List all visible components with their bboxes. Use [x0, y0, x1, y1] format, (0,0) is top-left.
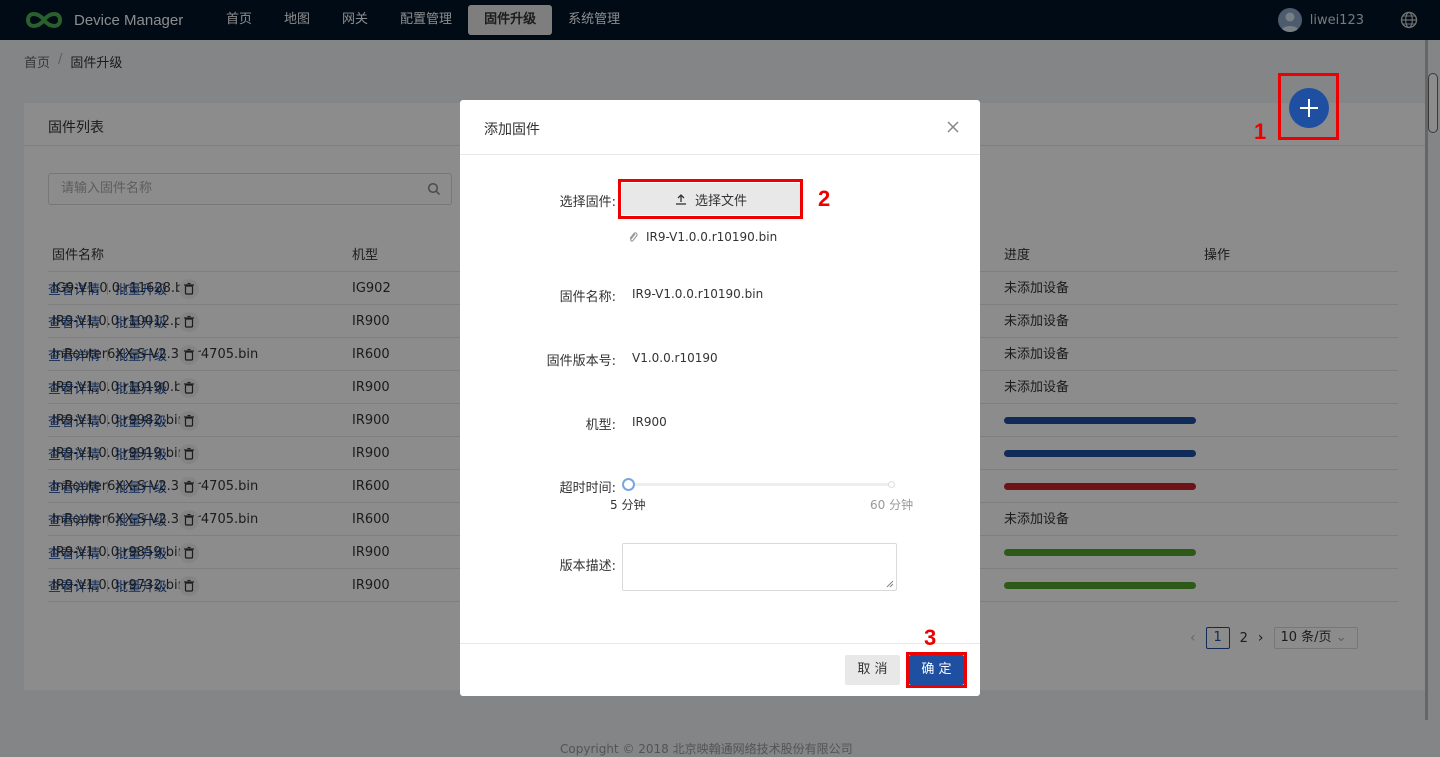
model-value: IR900 [632, 415, 667, 429]
modal-title: 添加固件 [484, 122, 540, 138]
annotation-box-1 [1278, 73, 1339, 140]
select-firmware-label: 选择固件: [559, 195, 616, 210]
close-icon[interactable] [946, 120, 960, 134]
annotation-box-3 [906, 652, 967, 688]
paperclip-icon [629, 232, 638, 242]
add-firmware-modal: 添加固件 选择固件: 选择文件 2 IR9-V1.0.0.r10190.bin … [460, 100, 980, 696]
annotation-box-2 [618, 179, 803, 219]
firmware-version-value: V1.0.0.r10190 [632, 351, 718, 365]
firmware-name-label: 固件名称: [559, 290, 616, 305]
firmware-name-value: IR9-V1.0.0.r10190.bin [632, 287, 764, 301]
timeout-label: 超时时间: [559, 481, 616, 496]
annotation-number-3: 3 [924, 625, 937, 650]
annotation-number-1: 1 [1254, 119, 1267, 144]
description-label: 版本描述: [559, 559, 616, 574]
firmware-version-label: 固件版本号: [546, 354, 616, 369]
timeout-max-label: 60 分钟 [870, 498, 914, 512]
description-textarea[interactable] [622, 543, 897, 591]
modal-footer-divider [460, 643, 980, 644]
timeout-slider-track[interactable] [628, 483, 892, 486]
model-label: 机型: [585, 418, 616, 433]
resize-handle-icon[interactable] [886, 580, 894, 588]
annotation-number-2: 2 [818, 186, 831, 211]
modal-header-divider [460, 154, 980, 155]
timeout-slider-handle[interactable] [622, 478, 635, 491]
cancel-button[interactable]: 取 消 [845, 655, 900, 685]
timeout-min-label: 5 分钟 [610, 498, 646, 512]
uploaded-file[interactable]: IR9-V1.0.0.r10190.bin [628, 230, 777, 244]
uploaded-file-name: IR9-V1.0.0.r10190.bin [646, 230, 778, 244]
timeout-slider-end-dot [888, 481, 895, 488]
